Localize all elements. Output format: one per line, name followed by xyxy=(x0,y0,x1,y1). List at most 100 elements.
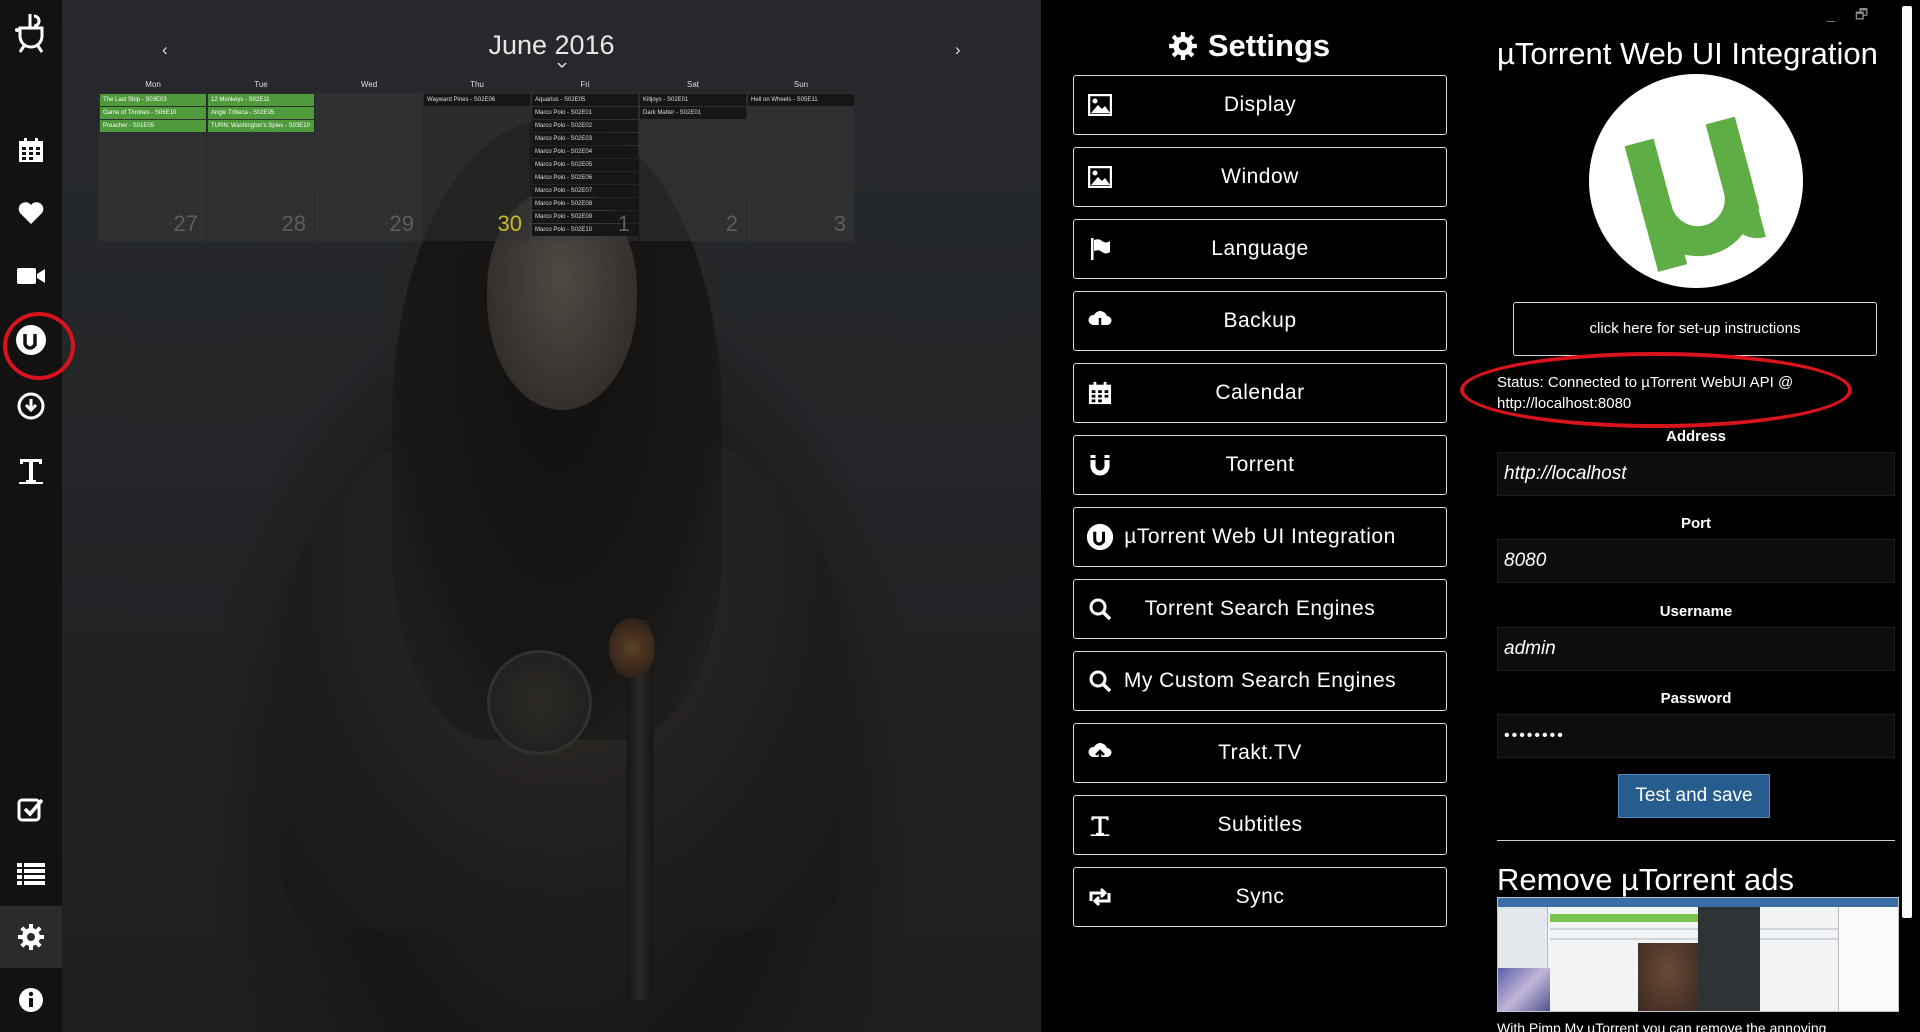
gear-icon xyxy=(1168,32,1197,60)
calendar-event[interactable]: Marco Polo - S02E07 xyxy=(532,185,638,197)
connection-status: Status: Connected to µTorrent WebUI API … xyxy=(1497,374,1794,412)
video-camera-icon[interactable] xyxy=(0,251,62,301)
settings-subtitles-button[interactable]: Subtitles xyxy=(1073,795,1447,855)
download-icon[interactable] xyxy=(0,381,62,431)
username-input[interactable] xyxy=(1497,627,1895,671)
calendar-event[interactable]: Marco Polo - S02E04 xyxy=(532,146,638,158)
ads-screenshot xyxy=(1497,897,1899,1012)
calendar-event[interactable]: TURN: Washington's Spies - S03E10 xyxy=(208,120,314,132)
chevron-down-icon[interactable] xyxy=(557,62,567,68)
calendar-event[interactable]: Aquarius - S02E05 xyxy=(532,94,638,106)
divider xyxy=(1497,840,1895,841)
settings-torrent-web-ui-integration-button[interactable]: µTorrent Web UI Integration xyxy=(1073,507,1447,567)
password-input[interactable] xyxy=(1497,714,1895,758)
settings-item-label: Window xyxy=(1221,165,1299,188)
calendar-event[interactable]: 12 Monkeys - S02E11 xyxy=(208,94,314,106)
calendar-event[interactable]: Angie Tribeca - S02E05 xyxy=(208,107,314,119)
calendar-event[interactable]: Marco Polo - S02E02 xyxy=(532,120,638,132)
ads-section-title: Remove µTorrent ads xyxy=(1497,862,1794,897)
test-and-save-button[interactable]: Test and save xyxy=(1618,774,1770,818)
settings-my-custom-search-engines-button[interactable]: My Custom Search Engines xyxy=(1073,651,1447,711)
settings-torrent-button[interactable]: Torrent xyxy=(1073,435,1447,495)
settings-window-button[interactable]: Window xyxy=(1073,147,1447,207)
heart-icon[interactable] xyxy=(0,188,62,238)
calendar-day-number: 3 xyxy=(833,211,846,236)
calendar-event[interactable]: Marco Polo - S02E08 xyxy=(532,198,638,210)
calendar-icon[interactable] xyxy=(0,125,62,175)
info-icon[interactable] xyxy=(0,975,62,1025)
calendar-event[interactable]: The Last Ship - S03E03 xyxy=(100,94,206,106)
settings-language-button[interactable]: Language xyxy=(1073,219,1447,279)
settings-title: Settings xyxy=(1041,28,1457,64)
calendar-event[interactable]: Marco Polo - S02E03 xyxy=(532,133,638,145)
scrollbar-thumb[interactable] xyxy=(1902,6,1912,918)
settings-item-label: Backup xyxy=(1223,309,1297,332)
calendar-day-cell[interactable]: Hell on Wheels - S05E11 3 xyxy=(747,93,854,241)
port-input[interactable] xyxy=(1497,539,1895,583)
list-icon[interactable] xyxy=(0,849,62,899)
checkmark-icon[interactable] xyxy=(0,784,62,834)
ads-caption: With Pimp My µTorrent you can remove the… xyxy=(1497,1020,1827,1032)
settings-trakt-tv-button[interactable]: Trakt.TV xyxy=(1073,723,1447,783)
settings-item-label: Calendar xyxy=(1215,381,1305,404)
calendar-day-cell[interactable]: 29 xyxy=(315,93,422,241)
calendar-day-cell[interactable]: Killjoys - S02E01 Dark Matter - S02E01 2 xyxy=(639,93,746,241)
calendar-event[interactable]: Game of Thrones - S06E10 xyxy=(100,107,206,119)
calendar-event[interactable]: Wayward Pines - S02E06 xyxy=(424,94,530,106)
settings-sync-button[interactable]: Sync xyxy=(1073,867,1447,927)
address-label: Address xyxy=(1665,428,1727,445)
calendar-event[interactable]: Dark Matter - S02E01 xyxy=(640,107,746,119)
calendar-day-cell[interactable]: 12 Monkeys - S02E11 Angie Tribeca - S02E0… xyxy=(207,93,314,241)
calendar-day-number: 2 xyxy=(725,211,738,236)
calendar-icon xyxy=(1086,379,1114,407)
settings-item-label: Display xyxy=(1223,93,1297,116)
calendar-day-cell[interactable]: Aquarius - S02E05 Marco Polo - S02E01 Marc… xyxy=(531,93,638,241)
settings-item-label: Subtitles xyxy=(1217,813,1303,836)
settings-item-label: My Custom Search Engines xyxy=(1123,669,1397,692)
calendar-day-number: 27 xyxy=(173,211,198,236)
calendar-next-button[interactable]: › xyxy=(955,40,961,60)
maximize-button[interactable]: 🗗 xyxy=(1855,4,1868,28)
minimize-button[interactable]: _ xyxy=(1827,6,1835,22)
magnet-icon xyxy=(1086,451,1114,479)
calendar-day-number: 30 xyxy=(497,211,522,236)
password-label: Password xyxy=(1660,690,1732,707)
app-logo-icon[interactable] xyxy=(0,4,62,60)
calendar-day-cell[interactable]: The Last Ship - S03E03 Game of Thrones - … xyxy=(99,93,206,241)
search-icon xyxy=(1086,667,1114,695)
gear-icon[interactable] xyxy=(0,906,62,968)
utorrent-icon[interactable] xyxy=(0,315,62,365)
calendar-day-number: 29 xyxy=(389,211,414,236)
settings-calendar-button[interactable]: Calendar xyxy=(1073,363,1447,423)
settings-backup-button[interactable]: Backup xyxy=(1073,291,1447,351)
calendar-day-number: 1 xyxy=(617,211,630,236)
calendar-event[interactable]: Marco Polo - S02E05 xyxy=(532,159,638,171)
calendar-event[interactable]: Marco Polo - S02E01 xyxy=(532,107,638,119)
calendar-event[interactable]: Killjoys - S02E01 xyxy=(640,94,746,106)
calendar-event[interactable]: Hell on Wheels - S05E11 xyxy=(748,94,854,106)
weekday-header: Tue xyxy=(254,80,268,89)
calendar-day-cell[interactable]: Wayward Pines - S02E06 30 xyxy=(423,93,530,241)
settings-display-button[interactable]: Display xyxy=(1073,75,1447,135)
search-icon xyxy=(1086,595,1114,623)
settings-torrent-search-engines-button[interactable]: Torrent Search Engines xyxy=(1073,579,1447,639)
utorrent-icon xyxy=(1086,523,1114,551)
calendar-day-number: 28 xyxy=(281,211,306,236)
calendar-event[interactable]: Preacher - S01E05 xyxy=(100,120,206,132)
calendar-event[interactable]: Marco Polo - S02E06 xyxy=(532,172,638,184)
address-input[interactable] xyxy=(1497,452,1895,496)
text-icon xyxy=(1086,811,1114,839)
image-icon xyxy=(1086,91,1114,119)
subtitles-icon[interactable] xyxy=(0,445,62,495)
weekday-header: Fri xyxy=(580,80,590,89)
panel-title: µTorrent Web UI Integration xyxy=(1497,36,1878,71)
setup-instructions-button[interactable]: click here for set-up instructions xyxy=(1513,302,1877,356)
calendar: ‹ June 2016 › Mon The Last Ship - S03E03 G… xyxy=(62,0,1041,241)
settings-title-text: Settings xyxy=(1207,28,1331,63)
cloud-download-icon xyxy=(1086,307,1114,335)
settings-menu: Settings Display Window Language Backup Cale… xyxy=(1041,0,1457,1032)
flag-icon xyxy=(1086,235,1114,263)
image-icon xyxy=(1086,163,1114,191)
utorrent-settings-panel: _ 🗗 µTorrent Web UI Integration click he… xyxy=(1457,0,1920,1032)
weekday-header: Thu xyxy=(470,80,484,89)
